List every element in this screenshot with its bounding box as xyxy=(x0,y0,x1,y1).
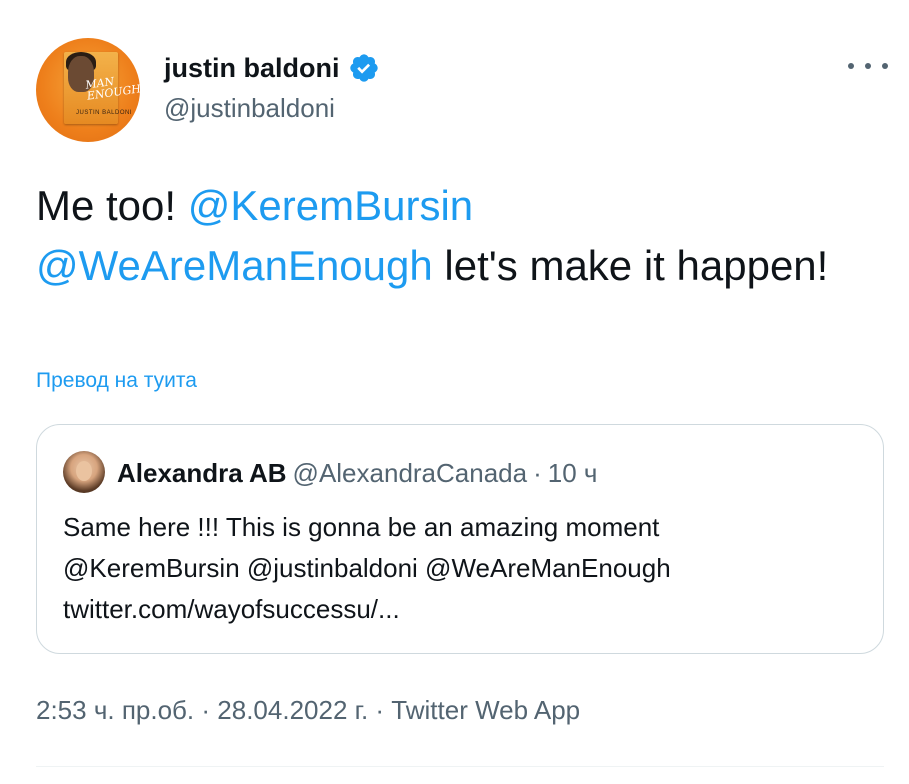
more-options-icon[interactable] xyxy=(848,54,888,78)
author-name-row: justin baldoni xyxy=(164,52,380,84)
tweet-text-suffix: let's make it happen! xyxy=(432,242,829,289)
quoted-text-line: Same here !!! This is gonna be an amazin… xyxy=(63,512,660,542)
mention-kerembursin[interactable]: @KeremBursin xyxy=(188,182,473,229)
tweet-date[interactable]: 28.04.2022 г. xyxy=(217,695,368,725)
tweet-text: Me too! @KeremBursin @WeAreManEnough let'… xyxy=(36,176,876,296)
more-dot xyxy=(848,63,854,69)
more-dot xyxy=(882,63,888,69)
author-handle[interactable]: @justinbaldoni xyxy=(164,92,335,124)
quoted-author-name: Alexandra AB xyxy=(117,458,287,488)
quoted-author-avatar xyxy=(63,451,105,493)
author-display-name[interactable]: justin baldoni xyxy=(164,52,340,84)
tweet-time[interactable]: 2:53 ч. пр.об. xyxy=(36,695,194,725)
author-avatar[interactable]: MAN ENOUGH JUSTIN BALDONI xyxy=(36,38,140,142)
translate-tweet-link[interactable]: Превод на туита xyxy=(36,369,197,393)
quoted-tweet-text: Same here !!! This is gonna be an amazin… xyxy=(63,507,863,630)
divider xyxy=(36,766,884,767)
quoted-text-line: twitter.com/wayofsuccessu/... xyxy=(63,594,400,624)
quoted-tweet-header: Alexandra AB @AlexandraCanada · 10 ч xyxy=(117,457,597,489)
meta-separator: · xyxy=(194,695,218,725)
quoted-separator: · xyxy=(533,458,542,488)
avatar-book-author: JUSTIN BALDONI xyxy=(76,110,133,116)
tweet: MAN ENOUGH JUSTIN BALDONI justin baldoni… xyxy=(0,0,909,784)
tweet-source[interactable]: Twitter Web App xyxy=(391,695,580,725)
more-dot xyxy=(865,63,871,69)
quoted-text-line: @KeremBursin @justinbaldoni @WeAreManEno… xyxy=(63,553,671,583)
avatar-book-title: MAN ENOUGH xyxy=(84,74,140,103)
quoted-avatar-face xyxy=(76,461,92,481)
quoted-tweet-card[interactable]: Alexandra AB @AlexandraCanada · 10 ч Sam… xyxy=(36,424,884,654)
mention-wearemanenough[interactable]: @WeAreManEnough xyxy=(36,242,433,289)
verified-badge-icon xyxy=(349,54,378,82)
quoted-tweet-time: 10 ч xyxy=(547,458,598,488)
tweet-text-prefix: Me too! xyxy=(36,182,188,229)
tweet-meta: 2:53 ч. пр.об. · 28.04.2022 г. · Twitter… xyxy=(36,692,580,728)
quoted-author-handle: @AlexandraCanada xyxy=(292,458,528,488)
meta-separator: · xyxy=(368,695,392,725)
